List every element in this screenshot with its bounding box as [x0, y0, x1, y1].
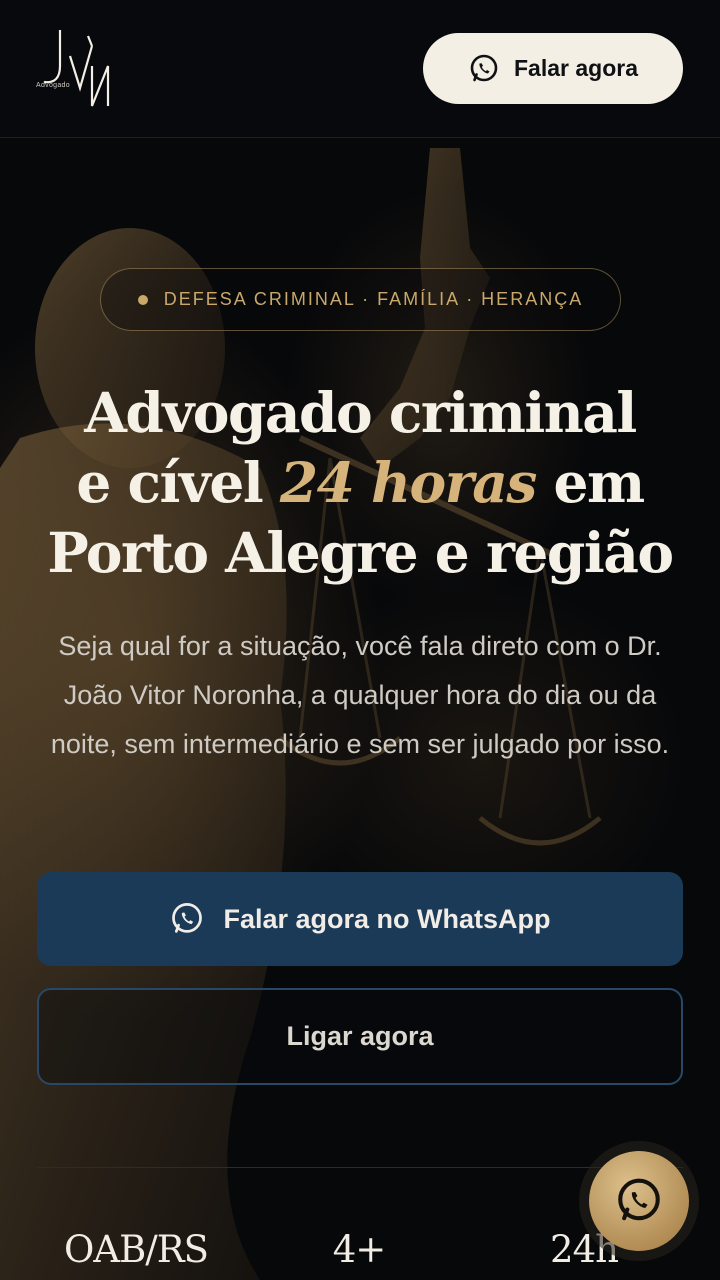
practice-areas-text: DEFESA CRIMINAL · FAMÍLIA · HERANÇA	[163, 289, 584, 309]
stats-divider	[37, 1167, 683, 1168]
header-cta-label: Falar agora	[514, 55, 638, 81]
whatsapp-button[interactable]: Falar agora no WhatsApp	[37, 872, 683, 966]
hero-title-accent: 24 horas	[279, 450, 537, 515]
floating-whatsapp-button[interactable]	[589, 1151, 689, 1251]
whatsapp-icon	[470, 54, 498, 81]
whatsapp-icon	[172, 903, 203, 933]
hero-title-line3: Porto Alegre e região	[47, 520, 674, 585]
site-header: Advogado Falar agora	[0, 0, 720, 138]
call-now-button[interactable]: Ligar agora	[37, 988, 683, 1085]
call-now-label: Ligar agora	[286, 1021, 434, 1051]
hero-title-line1: Advogado criminal	[84, 380, 637, 445]
hero-title-line2-end: em	[535, 450, 645, 515]
stat-oab: OAB/RS	[64, 1228, 209, 1271]
practice-areas-badge: DEFESA CRIMINAL · FAMÍLIA · HERANÇA	[100, 268, 621, 331]
whatsapp-button-label: Falar agora no WhatsApp	[223, 903, 551, 934]
badge-dot	[137, 294, 148, 305]
stat-years: 4+	[332, 1228, 387, 1271]
hero-section: DEFESA CRIMINAL · FAMÍLIA · HERANÇA Advo…	[0, 0, 720, 1280]
hero-subtitle: Seja qual for a situação, você fala dire…	[50, 631, 670, 759]
hero-title-line2-start: e cível	[76, 450, 280, 515]
brand-logo[interactable]	[30, 26, 116, 112]
logo-caption: Advogado	[36, 82, 70, 89]
hero-title: Advogado criminal e cível 24 horas em Po…	[20, 378, 700, 588]
header-talk-now-button[interactable]: Falar agora	[423, 33, 683, 104]
whatsapp-icon	[618, 1178, 660, 1221]
